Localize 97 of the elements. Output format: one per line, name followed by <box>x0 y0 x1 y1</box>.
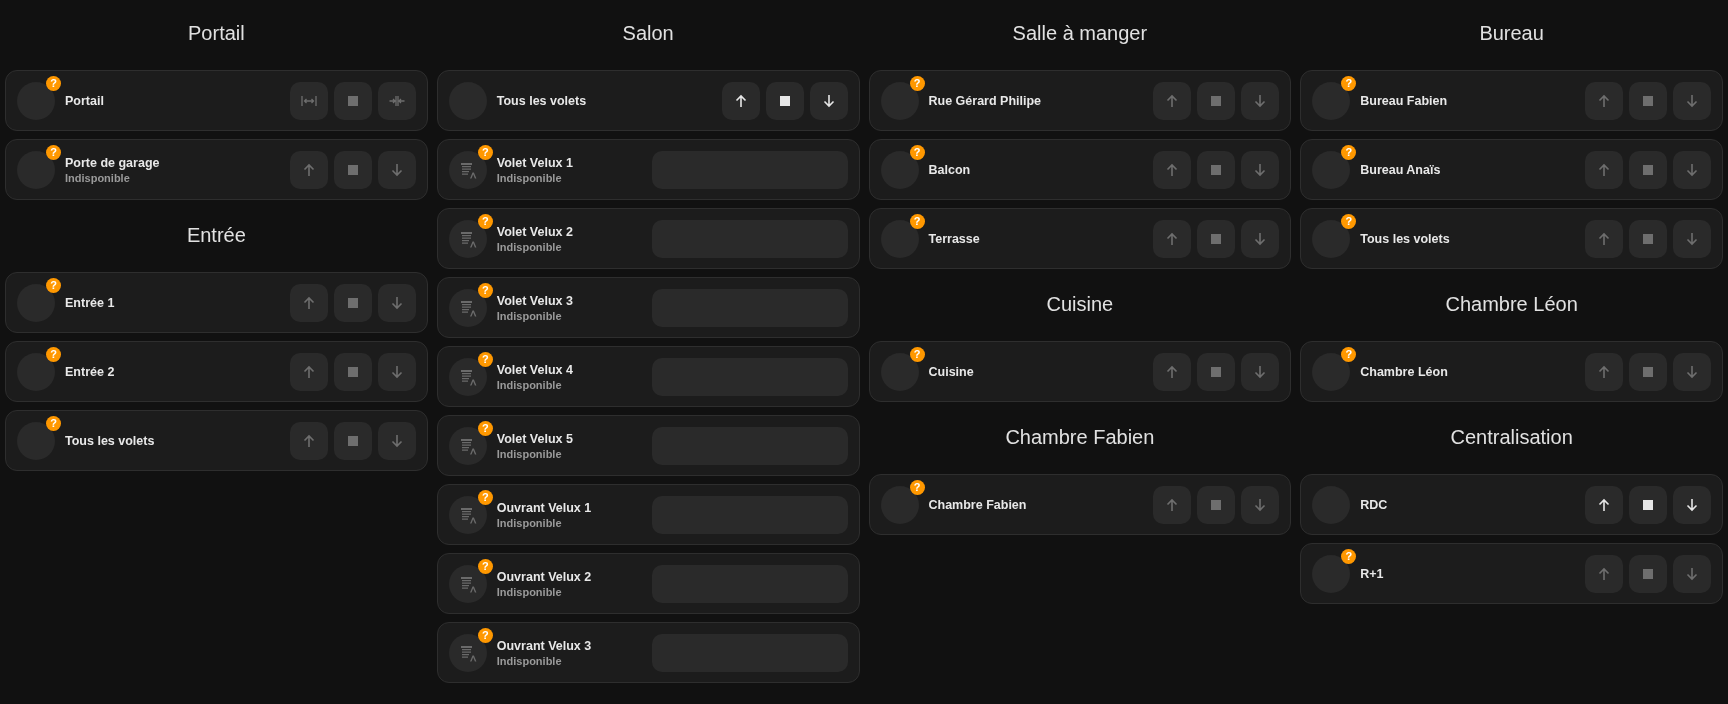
icon-circle <box>1312 554 1351 593</box>
stop-button[interactable] <box>765 81 804 120</box>
arrow-up-button[interactable] <box>1585 485 1623 524</box>
entity-status: Indisponible <box>496 515 563 530</box>
entity-status: Indisponible <box>496 446 563 461</box>
icon-circle <box>17 150 55 189</box>
icon-circle <box>880 219 919 258</box>
entity-name: Ouvrant Velux 3 <box>496 637 593 654</box>
entity-name: Volet Velux 3 <box>496 292 574 309</box>
shutter-icon <box>458 505 477 524</box>
entity-name: Bureau Anaïs <box>1360 161 1442 178</box>
entity-name: Chambre Fabien <box>928 496 1028 513</box>
icon-circle <box>1312 150 1351 189</box>
entity-name: Entrée 2 <box>65 363 116 380</box>
section-title: Bureau <box>1478 21 1545 46</box>
unknown-badge: ? <box>1341 213 1357 229</box>
entity-name: Tous les volets <box>1360 230 1451 247</box>
entity-name: RDC <box>1360 496 1389 513</box>
section-title: Portail <box>187 21 246 46</box>
section-title: Entrée <box>185 223 247 248</box>
section-title: Salon <box>621 21 675 46</box>
shutter-icon <box>458 574 477 593</box>
entity-name: Cuisine <box>928 363 975 380</box>
unknown-badge: ? <box>477 420 493 436</box>
entity-status: Indisponible <box>65 170 131 185</box>
unknown-badge: ? <box>909 479 925 495</box>
unknown-badge: ? <box>477 213 493 229</box>
section-title: Cuisine <box>1045 292 1115 317</box>
arrow-up-button[interactable] <box>721 81 760 120</box>
unknown-badge: ? <box>909 213 925 229</box>
unknown-badge: ? <box>46 75 61 91</box>
unknown-badge: ? <box>909 144 925 160</box>
entity-name: Chambre Léon <box>1360 363 1449 380</box>
shutter-icon <box>458 298 477 317</box>
shutter-icon <box>458 229 477 248</box>
entity-name: Terrasse <box>928 230 981 247</box>
entity-name: Porte de garage <box>65 154 161 171</box>
unknown-badge: ? <box>477 558 493 574</box>
icon-circle <box>880 150 919 189</box>
entity-status: Indisponible <box>496 170 563 185</box>
entity-status: Indisponible <box>496 308 563 323</box>
entity-name: Tous les volets <box>496 92 588 109</box>
icon-circle <box>880 81 919 120</box>
unknown-badge: ? <box>46 277 61 293</box>
icon-circle <box>17 81 55 120</box>
shutter-icon <box>458 367 477 386</box>
entity-name: Bureau Fabien <box>1360 92 1449 109</box>
unknown-badge: ? <box>1341 144 1357 160</box>
entity-name: Ouvrant Velux 2 <box>496 568 593 585</box>
entity-status: Indisponible <box>496 653 563 668</box>
unknown-badge: ? <box>46 415 61 431</box>
icon-circle <box>17 421 55 460</box>
entity-name: Ouvrant Velux 1 <box>496 499 593 516</box>
entity-name: Rue Gérard Philipe <box>928 92 1043 109</box>
unknown-badge: ? <box>909 75 925 91</box>
entity-name: Balcon <box>928 161 972 178</box>
icon-circle <box>880 485 919 524</box>
unknown-badge: ? <box>477 144 493 160</box>
unknown-badge: ? <box>477 351 493 367</box>
entity-name: Volet Velux 2 <box>496 223 574 240</box>
arrow-down-button[interactable] <box>1673 485 1711 524</box>
icon-circle <box>880 352 919 391</box>
unknown-badge: ? <box>1341 75 1357 91</box>
unknown-badge: ? <box>46 346 61 362</box>
icon-circle <box>17 352 55 391</box>
entity-name: Entrée 1 <box>65 294 116 311</box>
icon-circle <box>17 283 55 322</box>
icon-circle <box>1312 352 1351 391</box>
unknown-badge: ? <box>477 282 493 298</box>
icon-circle <box>1312 81 1351 120</box>
gate-open-button[interactable] <box>289 81 328 120</box>
entity-name: R+1 <box>1360 565 1385 582</box>
icon-circle <box>1312 219 1351 258</box>
section-title: Salle à manger <box>1011 21 1149 46</box>
gate-close-button[interactable] <box>377 81 416 120</box>
shutter-icon <box>458 160 477 179</box>
entity-name: Portail <box>65 92 105 109</box>
unknown-badge: ? <box>46 144 61 160</box>
section-title: Chambre Fabien <box>1004 425 1156 450</box>
unknown-badge: ? <box>909 346 925 362</box>
shutter-icon <box>458 436 477 455</box>
section-title: Centralisation <box>1449 425 1574 450</box>
entity-status: Indisponible <box>496 239 563 254</box>
shutter-icon <box>458 643 477 662</box>
entity-name: Volet Velux 5 <box>496 430 574 447</box>
entity-name: Volet Velux 1 <box>496 154 574 171</box>
arrow-down-button[interactable] <box>809 81 848 120</box>
unknown-badge: ? <box>1341 548 1357 564</box>
stop-button[interactable] <box>1629 485 1667 524</box>
entity-name: Tous les volets <box>65 432 156 449</box>
unknown-badge: ? <box>1341 346 1357 362</box>
unknown-badge: ? <box>477 627 493 643</box>
unknown-badge: ? <box>477 489 493 505</box>
entity-name: Volet Velux 4 <box>496 361 574 378</box>
section-title: Chambre Léon <box>1444 292 1579 317</box>
entity-status: Indisponible <box>496 584 563 599</box>
entity-status: Indisponible <box>496 377 563 392</box>
